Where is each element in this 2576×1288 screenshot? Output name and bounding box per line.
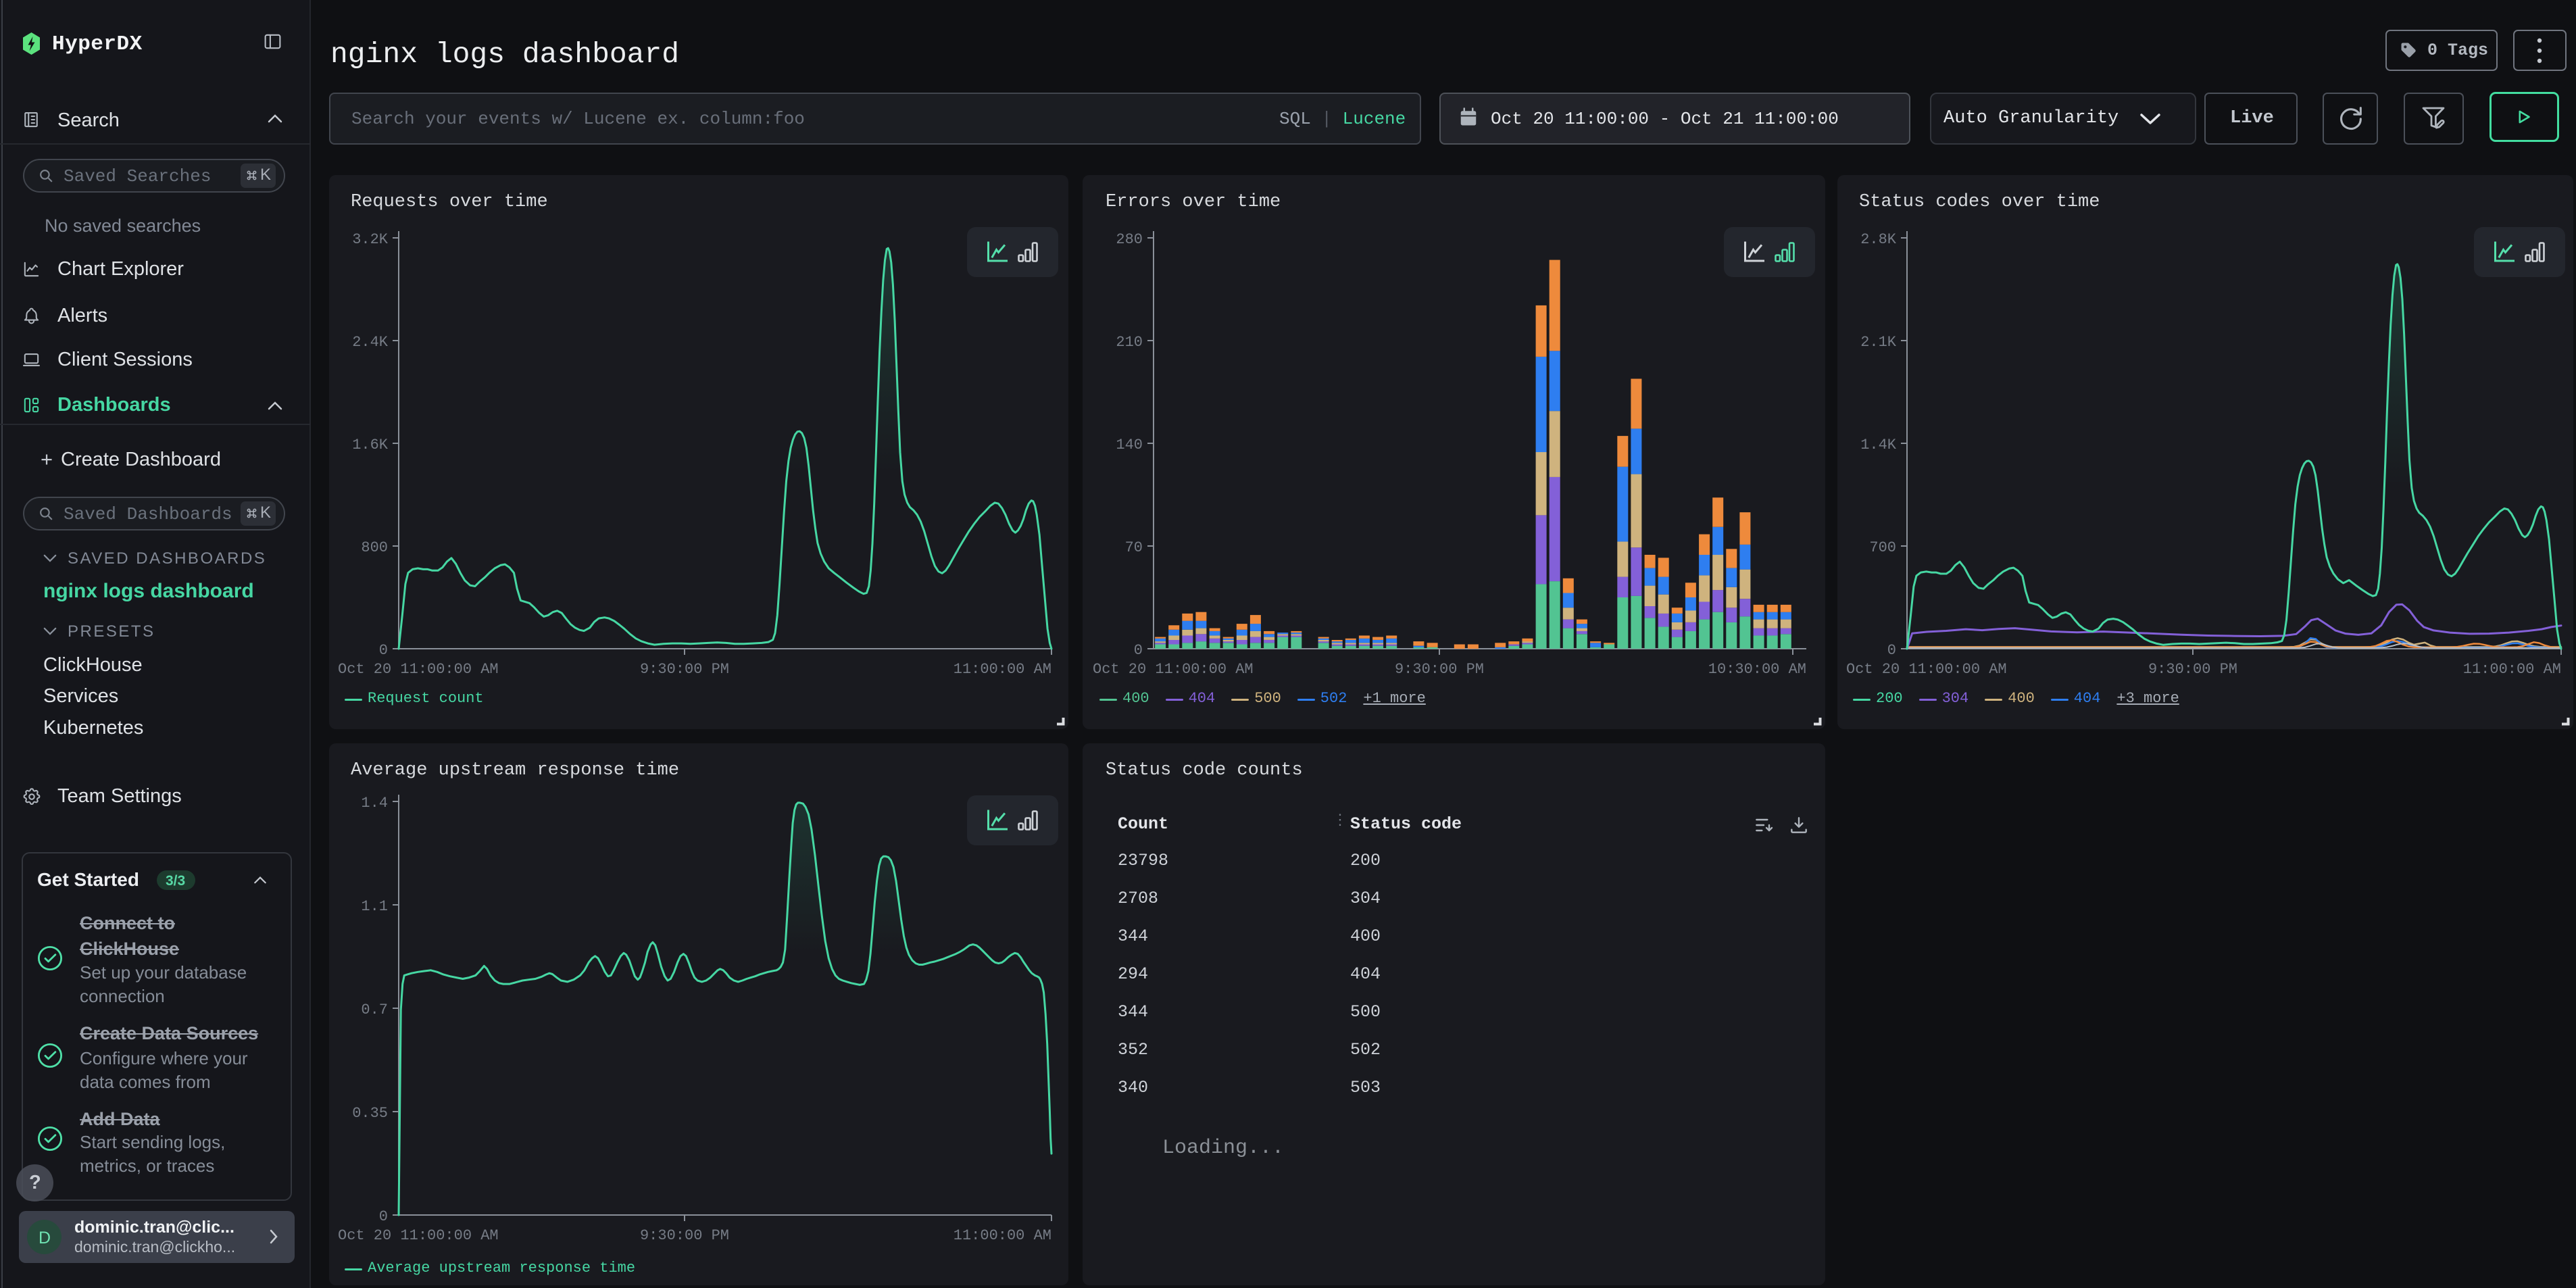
svg-text:9:30:00 PM: 9:30:00 PM — [640, 1227, 729, 1244]
svg-text:0.35: 0.35 — [352, 1105, 388, 1122]
svg-text:11:00:00 AM: 11:00:00 AM — [953, 1227, 1051, 1244]
svg-text:1.1: 1.1 — [361, 898, 388, 915]
svg-text:0: 0 — [379, 1208, 388, 1225]
svg-text:0.7: 0.7 — [361, 1001, 388, 1018]
svg-text:Oct 20 11:00:00 AM: Oct 20 11:00:00 AM — [338, 1227, 499, 1244]
svg-text:1.4: 1.4 — [361, 795, 388, 812]
